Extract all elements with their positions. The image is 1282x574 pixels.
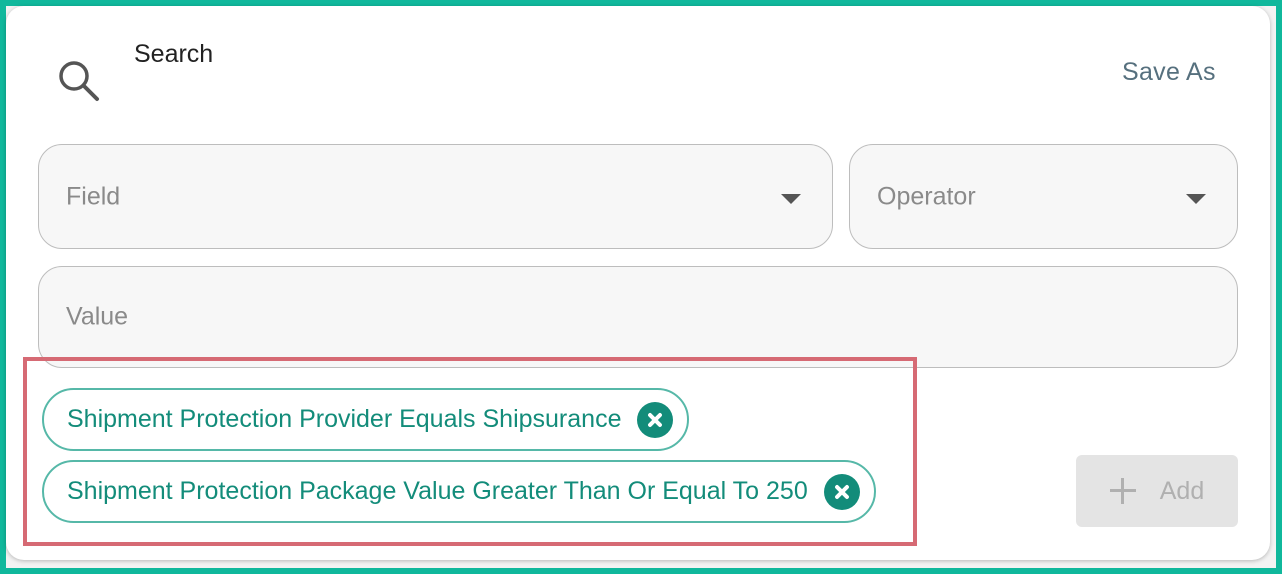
field-select[interactable]: Field (38, 144, 833, 249)
filter-chip-label: Shipment Protection Provider Equals Ship… (67, 405, 622, 433)
close-icon[interactable] (637, 401, 674, 438)
operator-select-placeholder: Operator (877, 182, 976, 210)
chevron-down-icon (781, 193, 801, 204)
add-filter-label: Add (1159, 476, 1205, 505)
add-filter-button[interactable]: Add (1076, 455, 1238, 527)
plus-icon (1109, 478, 1136, 504)
save-as-button[interactable]: Save As (1122, 58, 1216, 87)
operator-select[interactable]: Operator (849, 144, 1238, 249)
close-icon[interactable] (823, 473, 860, 510)
value-input-placeholder: Value (66, 302, 129, 331)
search-icon (59, 61, 99, 101)
panel-title: Search (134, 40, 214, 68)
filter-chip: Shipment Protection Provider Equals Ship… (42, 388, 690, 451)
value-input[interactable]: Value (38, 266, 1238, 368)
field-select-placeholder: Field (66, 182, 121, 210)
filter-chip: Shipment Protection Package Value Greate… (42, 460, 876, 523)
chevron-down-icon (1186, 193, 1206, 204)
filter-chip-label: Shipment Protection Package Value Greate… (67, 477, 808, 505)
